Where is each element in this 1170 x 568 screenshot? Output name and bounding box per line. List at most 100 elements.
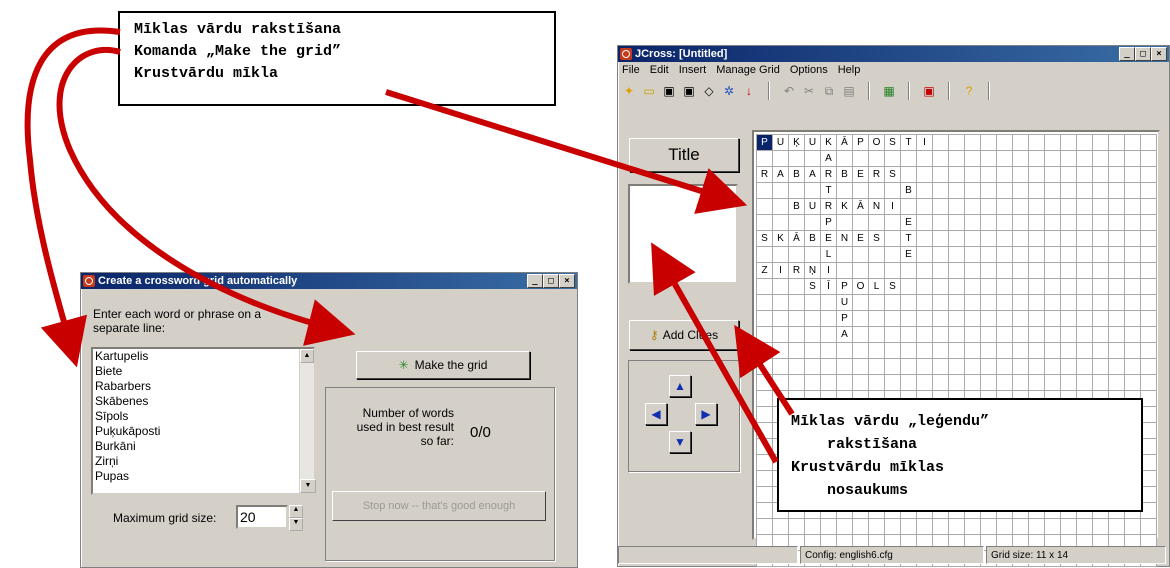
grid-cell[interactable]: [1044, 278, 1061, 295]
grid-cell[interactable]: [788, 358, 805, 375]
grid-cell[interactable]: [980, 262, 997, 279]
grid-cell[interactable]: [1124, 358, 1141, 375]
grid-cell[interactable]: [1076, 182, 1093, 199]
grid-cell[interactable]: [1140, 214, 1157, 231]
grid-cell[interactable]: [964, 262, 981, 279]
grid-cell[interactable]: [1092, 150, 1109, 167]
grid-cell[interactable]: [916, 294, 933, 311]
grid-cell[interactable]: [868, 214, 885, 231]
grid-cell[interactable]: [996, 166, 1013, 183]
add-clues-button[interactable]: ⚷ Add Clues: [629, 320, 739, 350]
grid-cell[interactable]: [1044, 294, 1061, 311]
grid-cell[interactable]: [900, 294, 917, 311]
grid-cell[interactable]: P: [836, 310, 853, 327]
grid-cell[interactable]: [772, 374, 789, 391]
grid-cell[interactable]: [1140, 150, 1157, 167]
grid-cell[interactable]: [1092, 246, 1109, 263]
grid-cell[interactable]: [1028, 230, 1045, 247]
grid-cell[interactable]: U: [772, 134, 789, 151]
grid-cell[interactable]: [772, 278, 789, 295]
grid-cell[interactable]: [916, 342, 933, 359]
grid-cell[interactable]: S: [884, 134, 901, 151]
word-list-item[interactable]: Biete: [93, 364, 297, 379]
grid-cell[interactable]: [884, 374, 901, 391]
grid-cell[interactable]: [996, 294, 1013, 311]
word-list-item[interactable]: Kartupelis: [93, 349, 297, 364]
grid-cell[interactable]: [1124, 326, 1141, 343]
grid-cell[interactable]: [964, 294, 981, 311]
maximize-icon[interactable]: □: [1135, 47, 1151, 61]
grid-cell[interactable]: [1092, 374, 1109, 391]
grid-cell[interactable]: A: [804, 166, 821, 183]
grid-cell[interactable]: [1076, 294, 1093, 311]
grid-cell[interactable]: [1108, 246, 1125, 263]
grid-cell[interactable]: B: [804, 230, 821, 247]
grid-cell[interactable]: A: [820, 150, 837, 167]
grid-cell[interactable]: [996, 342, 1013, 359]
title-text-area[interactable]: [628, 184, 738, 284]
grid-cell[interactable]: [996, 214, 1013, 231]
grid-cell[interactable]: [900, 374, 917, 391]
grid-cell[interactable]: [1076, 166, 1093, 183]
grid-cell[interactable]: [820, 294, 837, 311]
grid-cell[interactable]: [868, 326, 885, 343]
grid-cell[interactable]: [980, 310, 997, 327]
stop-button[interactable]: Stop now -- that's good enough: [332, 491, 546, 521]
grid-cell[interactable]: [996, 150, 1013, 167]
grid-cell[interactable]: [1060, 182, 1077, 199]
grid-cell[interactable]: [1012, 246, 1029, 263]
grid-cell[interactable]: [804, 150, 821, 167]
grid-cell[interactable]: [788, 326, 805, 343]
grid-cell[interactable]: [980, 134, 997, 151]
grid-cell[interactable]: [1124, 230, 1141, 247]
grid-cell[interactable]: [756, 326, 773, 343]
grid-cell[interactable]: T: [900, 134, 917, 151]
monitor-icon[interactable]: ▣: [922, 84, 936, 98]
grid-cell[interactable]: [1028, 326, 1045, 343]
grid-cell[interactable]: [756, 198, 773, 215]
grid-cell[interactable]: [756, 454, 773, 471]
grid-cell[interactable]: [1044, 342, 1061, 359]
grid-cell[interactable]: [948, 262, 965, 279]
grid-cell[interactable]: [916, 230, 933, 247]
grid-cell[interactable]: [1028, 342, 1045, 359]
grid-cell[interactable]: E: [820, 230, 837, 247]
grid-cell[interactable]: [1092, 358, 1109, 375]
grid-cell[interactable]: [948, 358, 965, 375]
grid-cell[interactable]: [980, 166, 997, 183]
grid-cell[interactable]: [1012, 182, 1029, 199]
grid-cell[interactable]: [964, 374, 981, 391]
grid-cell[interactable]: [1060, 310, 1077, 327]
grid-cell[interactable]: [820, 358, 837, 375]
grid-cell[interactable]: [1140, 230, 1157, 247]
grid-cell[interactable]: [996, 374, 1013, 391]
grid-cell[interactable]: A: [836, 326, 853, 343]
grid-cell[interactable]: [1012, 326, 1029, 343]
grid-cell[interactable]: Ī: [820, 278, 837, 295]
grid-cell[interactable]: [836, 150, 853, 167]
grid-cell[interactable]: [884, 262, 901, 279]
grid-cell[interactable]: R: [820, 198, 837, 215]
grid-cell[interactable]: [1076, 518, 1093, 535]
grid-cell[interactable]: [1060, 134, 1077, 151]
grid-cell[interactable]: [852, 374, 869, 391]
grid-cell[interactable]: [1140, 358, 1157, 375]
grid-cell[interactable]: [996, 134, 1013, 151]
grid-cell[interactable]: [1012, 294, 1029, 311]
open-folder-icon[interactable]: ▭: [642, 84, 656, 98]
grid-cell[interactable]: [916, 310, 933, 327]
grid-cell[interactable]: [1028, 166, 1045, 183]
grid-cell[interactable]: [916, 214, 933, 231]
grid-cell[interactable]: [836, 214, 853, 231]
grid-cell[interactable]: [1044, 518, 1061, 535]
grid-cell[interactable]: [1076, 150, 1093, 167]
title-button[interactable]: Title: [629, 138, 739, 172]
grid-cell[interactable]: [1108, 518, 1125, 535]
grid-cell[interactable]: [948, 166, 965, 183]
grid-cell[interactable]: [1044, 358, 1061, 375]
grid-cell[interactable]: [932, 342, 949, 359]
grid-cell[interactable]: U: [836, 294, 853, 311]
grid-cell[interactable]: [1108, 150, 1125, 167]
grid-cell[interactable]: [948, 278, 965, 295]
grid-cell[interactable]: [932, 374, 949, 391]
